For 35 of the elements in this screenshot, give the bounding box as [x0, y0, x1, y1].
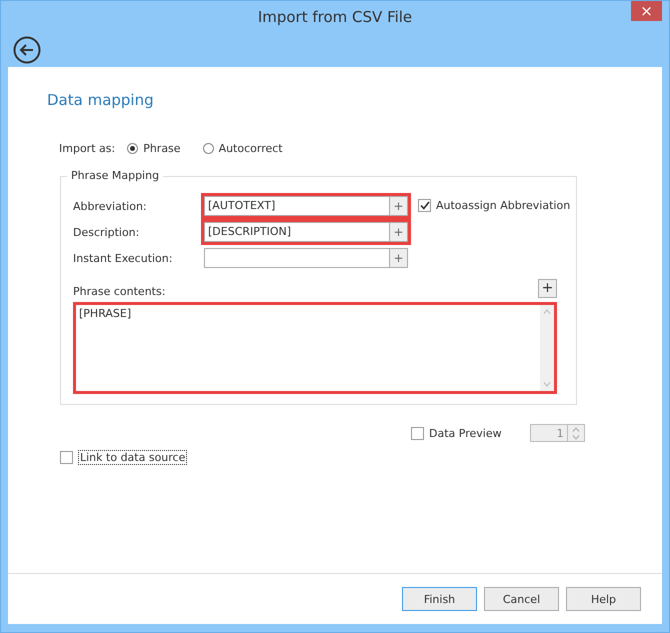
insert-button[interactable]: + [389, 248, 408, 268]
scroll-down-icon[interactable] [543, 382, 551, 387]
close-button[interactable]: × [631, 1, 662, 21]
import-as-label: Import as: [59, 142, 116, 155]
scrollbar[interactable] [540, 305, 554, 391]
field-label: Abbreviation: [73, 200, 148, 212]
window-title: Import from CSV File [258, 8, 412, 26]
dialog-button[interactable]: Help [566, 587, 641, 611]
input-field[interactable]: [DESCRIPTION] [204, 222, 389, 242]
field-label: Instant Execution: [73, 252, 174, 264]
checkbox-label[interactable]: Link to data source [78, 450, 188, 465]
radio-label[interactable]: Autocorrect [218, 142, 283, 155]
field-label: Phrase contents: [73, 285, 166, 298]
insert-button[interactable]: + [389, 222, 408, 242]
insert-button[interactable]: + [389, 196, 408, 216]
checkbox-label[interactable]: Autoassign Abbreviation [436, 199, 570, 212]
checkbox[interactable] [60, 451, 73, 464]
section-heading: Data mapping [47, 91, 155, 109]
phrase-text-area[interactable]: [PHRASE] [73, 302, 557, 394]
input-field[interactable] [204, 248, 389, 268]
checkbox[interactable] [418, 199, 431, 212]
increment-icon[interactable] [572, 426, 580, 432]
dialog-button[interactable]: Finish [402, 587, 477, 611]
scroll-up-icon[interactable] [543, 309, 551, 314]
field-label: Description: [73, 226, 140, 238]
checkbox-label[interactable]: Data Preview [429, 426, 502, 440]
radio-button[interactable] [127, 143, 138, 154]
radio-label[interactable]: Phrase [143, 142, 181, 155]
insert-button[interactable]: + [538, 279, 557, 298]
checkbox[interactable] [411, 426, 424, 440]
dialog-button[interactable]: Cancel [484, 587, 559, 611]
group-title: Phrase Mapping [67, 169, 164, 182]
decrement-icon[interactable] [572, 434, 580, 440]
input-field[interactable]: [AUTOTEXT] [204, 196, 389, 216]
radio-button[interactable] [202, 143, 214, 154]
